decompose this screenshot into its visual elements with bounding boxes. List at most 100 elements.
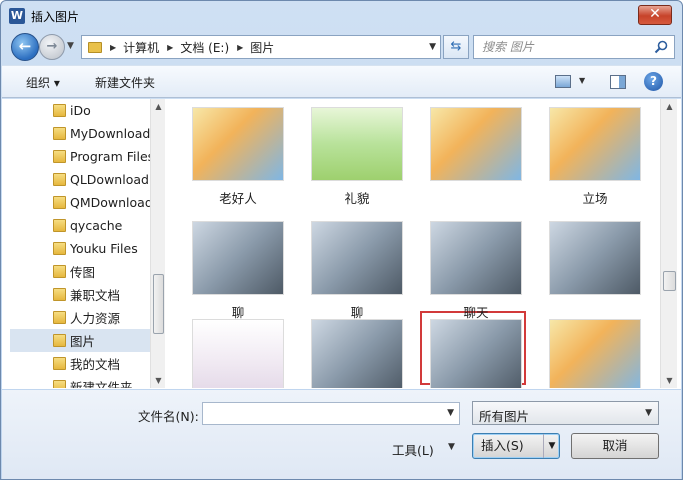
sidebar-item-label: Program Files bbox=[70, 149, 155, 164]
address-dropdown-icon[interactable]: ▼ bbox=[429, 42, 436, 52]
view-dropdown-icon[interactable]: ▼ bbox=[579, 76, 585, 85]
breadcrumb-drive-e[interactable]: 文档 (E:) bbox=[180, 39, 229, 56]
chevron-right-icon[interactable]: ▶ bbox=[237, 43, 243, 52]
file-label[interactable]: 礼貌 bbox=[307, 188, 407, 207]
folder-icon bbox=[53, 219, 66, 232]
sidebar-item-label: QMDownload bbox=[70, 195, 153, 210]
file-thumbnail[interactable] bbox=[430, 221, 522, 295]
navigation-scrollbar[interactable]: ▲ ▼ bbox=[150, 99, 165, 388]
file-thumbnail[interactable] bbox=[311, 107, 403, 181]
dialog-footer: 文件名(N): ▼ 所有图片 ▼ 工具(L) ▼ 插入(S) ▼ 取消 bbox=[2, 390, 681, 479]
sidebar-item-label: iDo bbox=[70, 103, 91, 118]
scroll-down-icon[interactable]: ▼ bbox=[151, 373, 165, 388]
title-bar: W 插入图片 ✕ bbox=[1, 1, 682, 31]
sidebar-item[interactable]: iDo bbox=[10, 99, 150, 122]
filename-label: 文件名(N): bbox=[138, 409, 199, 424]
file-thumbnail[interactable] bbox=[311, 319, 403, 388]
file-type-dropdown-icon[interactable]: ▼ bbox=[645, 408, 652, 418]
recent-locations-dropdown-icon[interactable]: ▼ bbox=[67, 41, 74, 51]
folder-icon bbox=[53, 242, 66, 255]
sidebar-item-label: 传图 bbox=[70, 265, 96, 280]
file-scrollbar[interactable]: ▲ ▼ bbox=[660, 99, 677, 388]
insert-options-dropdown-icon[interactable]: ▼ bbox=[543, 434, 560, 458]
file-thumbnail[interactable] bbox=[311, 221, 403, 295]
folder-icon bbox=[53, 380, 66, 388]
file-thumbnail[interactable] bbox=[192, 319, 284, 388]
search-icon[interactable] bbox=[654, 40, 668, 54]
file-type-value[interactable]: 所有图片 bbox=[479, 406, 529, 425]
address-bar[interactable]: ▶ 计算机 ▶ 文档 (E:) ▶ 图片 ▼ bbox=[81, 35, 441, 59]
tools-button[interactable]: 工具(L) bbox=[392, 440, 434, 459]
scroll-up-icon[interactable]: ▲ bbox=[151, 99, 165, 114]
sidebar-item[interactable]: 人力资源 bbox=[10, 306, 150, 329]
file-thumbnail[interactable] bbox=[430, 107, 522, 181]
breadcrumb-pictures[interactable]: 图片 bbox=[250, 39, 274, 56]
refresh-button[interactable]: ⇆ bbox=[443, 35, 469, 59]
folder-icon bbox=[88, 41, 102, 53]
folder-icon bbox=[53, 173, 66, 186]
sidebar-item-label: 兼职文档 bbox=[70, 288, 121, 303]
help-icon[interactable]: ? bbox=[644, 72, 663, 91]
search-box[interactable] bbox=[473, 35, 675, 59]
folder-icon bbox=[53, 150, 66, 163]
filename-dropdown-icon[interactable]: ▼ bbox=[447, 408, 454, 418]
file-type-select[interactable]: 所有图片 ▼ bbox=[472, 401, 659, 425]
sidebar-item[interactable]: 我的文档 bbox=[10, 352, 150, 375]
scrollbar-thumb[interactable] bbox=[153, 274, 164, 334]
preview-pane-icon[interactable] bbox=[610, 75, 626, 89]
sidebar-item-label: qycache bbox=[70, 218, 123, 233]
new-folder-button[interactable]: 新建文件夹 bbox=[95, 74, 155, 91]
forward-button[interactable]: → bbox=[39, 34, 65, 60]
organize-button[interactable]: 组织 ▾ bbox=[26, 74, 60, 91]
scroll-up-icon[interactable]: ▲ bbox=[662, 99, 677, 114]
filename-input[interactable]: ▼ bbox=[202, 402, 460, 425]
folder-icon bbox=[53, 357, 66, 370]
sidebar-item-label: Youku Files bbox=[70, 241, 138, 256]
insert-button[interactable]: 插入(S) ▼ bbox=[472, 433, 560, 459]
close-button[interactable]: ✕ bbox=[638, 5, 672, 25]
search-input[interactable] bbox=[482, 40, 652, 54]
chevron-right-icon[interactable]: ▶ bbox=[167, 43, 173, 52]
file-thumbnail[interactable] bbox=[192, 221, 284, 295]
folder-icon bbox=[53, 288, 66, 301]
scrollbar-thumb[interactable] bbox=[663, 271, 676, 291]
sidebar-item[interactable]: Program Files bbox=[10, 145, 154, 168]
file-label[interactable]: 立场 bbox=[545, 188, 645, 207]
file-thumbnail[interactable] bbox=[549, 107, 641, 181]
sidebar-item[interactable]: QMDownload bbox=[10, 191, 153, 214]
folder-icon bbox=[53, 334, 66, 347]
tools-dropdown-icon[interactable]: ▼ bbox=[448, 442, 455, 452]
insert-label[interactable]: 插入(S) bbox=[481, 434, 524, 458]
folder-list: iDo MyDownloads Program Files QLDownload QMD… bbox=[10, 99, 157, 388]
sidebar-item[interactable]: 新建文件夹 bbox=[10, 375, 150, 388]
sidebar-item[interactable]: 传图 bbox=[10, 260, 150, 283]
navigation-bar: ← → ▼ ▶ 计算机 ▶ 文档 (E:) ▶ 图片 ▼ ⇆ bbox=[1, 31, 682, 63]
insert-picture-dialog: W 插入图片 ✕ ← → ▼ ▶ 计算机 ▶ 文档 (E:) ▶ 图片 ▼ ⇆ … bbox=[0, 0, 683, 480]
folder-icon bbox=[53, 196, 66, 209]
chevron-right-icon[interactable]: ▶ bbox=[110, 43, 116, 52]
sidebar-item[interactable]: qycache bbox=[10, 214, 150, 237]
file-thumbnail[interactable] bbox=[549, 221, 641, 295]
sidebar-item[interactable]: 图片 bbox=[10, 329, 150, 352]
file-label[interactable]: 老好人 bbox=[188, 188, 288, 207]
file-thumbnail[interactable] bbox=[430, 319, 522, 388]
sidebar-item[interactable]: Youku Files bbox=[10, 237, 150, 260]
sidebar-item[interactable]: MyDownloads bbox=[10, 122, 157, 145]
file-thumbnail[interactable] bbox=[549, 319, 641, 388]
change-view-icon[interactable] bbox=[555, 75, 571, 88]
cancel-button[interactable]: 取消 bbox=[571, 433, 659, 459]
file-thumbnail[interactable] bbox=[192, 107, 284, 181]
sidebar-item-label: 图片 bbox=[70, 334, 96, 349]
file-grid: 老好人 礼貌 立场聊聊聊天 bbox=[168, 99, 660, 388]
sidebar-item[interactable]: 兼职文档 bbox=[10, 283, 150, 306]
breadcrumb-computer[interactable]: 计算机 bbox=[123, 39, 159, 56]
folder-icon bbox=[53, 265, 66, 278]
sidebar-item[interactable]: QLDownload bbox=[10, 168, 150, 191]
sidebar-item-label: QLDownload bbox=[70, 172, 149, 187]
back-button[interactable]: ← bbox=[11, 33, 39, 61]
folder-icon bbox=[53, 127, 66, 140]
folder-icon bbox=[53, 104, 66, 117]
folder-icon bbox=[53, 311, 66, 324]
sidebar-item-label: MyDownloads bbox=[70, 126, 157, 141]
scroll-down-icon[interactable]: ▼ bbox=[662, 373, 677, 388]
